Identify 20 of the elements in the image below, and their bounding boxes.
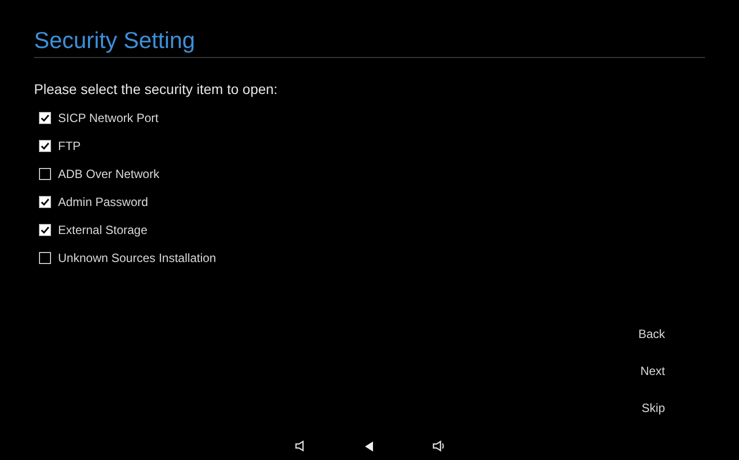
checkbox[interactable] — [39, 168, 51, 180]
checkbox[interactable] — [39, 224, 51, 236]
nav-button[interactable]: Back — [636, 315, 667, 352]
volume-up-icon[interactable] — [432, 440, 445, 452]
checkbox[interactable] — [39, 196, 51, 208]
checkbox-label: Unknown Sources Installation — [58, 251, 216, 265]
checkbox-label: ADB Over Network — [58, 167, 160, 181]
checkbox[interactable] — [39, 140, 51, 152]
checkbox[interactable] — [39, 252, 51, 264]
checkbox-label: SICP Network Port — [58, 111, 158, 125]
page-title: Security Setting — [34, 26, 196, 54]
checkbox-label: Admin Password — [58, 195, 148, 209]
nav-button[interactable]: Skip — [640, 389, 667, 426]
prompt-text: Please select the security item to open: — [34, 80, 278, 98]
checkbox-label: FTP — [58, 139, 81, 153]
back-icon[interactable] — [364, 440, 374, 452]
nav-button[interactable]: Next — [638, 352, 667, 389]
volume-down-icon[interactable] — [294, 440, 306, 452]
checkbox[interactable] — [39, 112, 51, 124]
checkbox-label: External Storage — [58, 223, 148, 237]
